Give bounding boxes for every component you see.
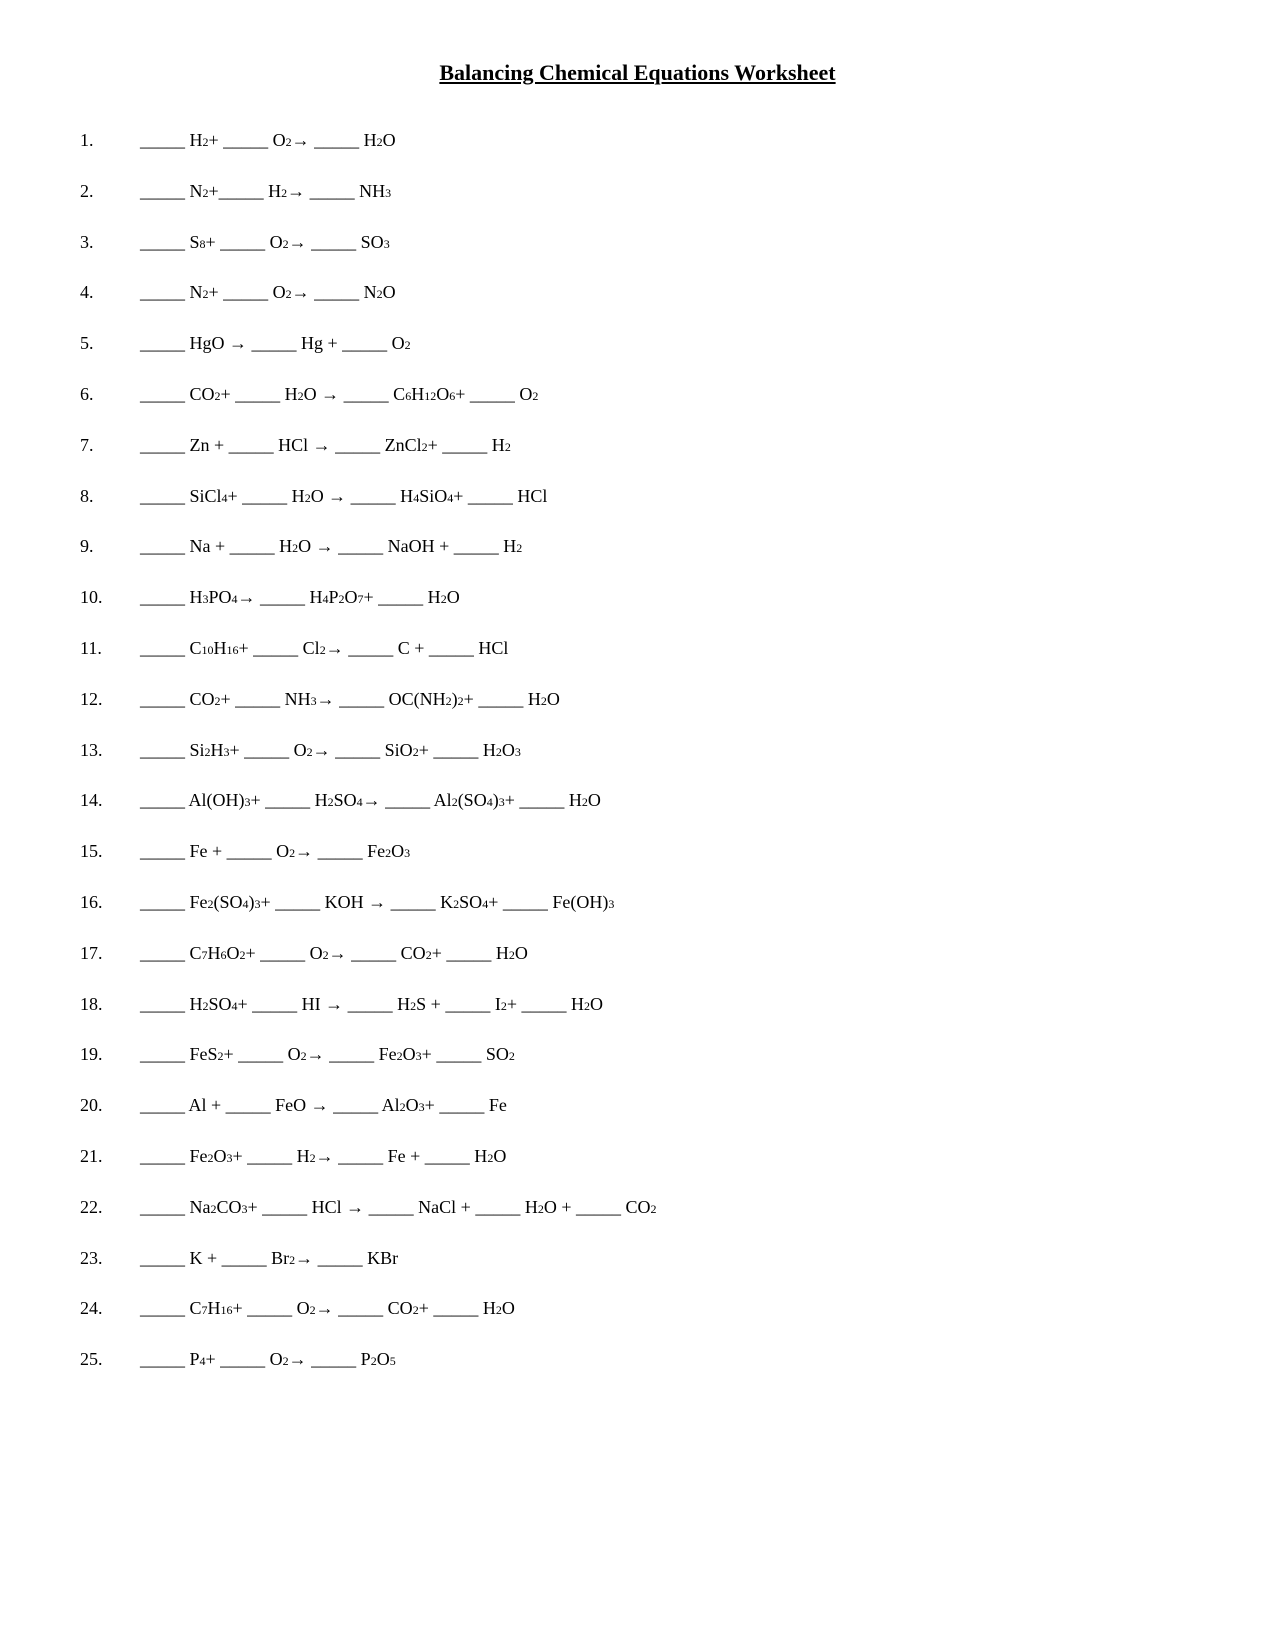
- equation-content: _____ Na + _____ H2O → _____ NaOH + ____…: [140, 532, 1195, 561]
- equation-number: 4.: [80, 278, 140, 307]
- equation-number: 16.: [80, 888, 140, 917]
- equation-number: 2.: [80, 177, 140, 206]
- equation-row: 8._____ SiCl4 + _____ H2O → _____ H4SiO4…: [80, 482, 1195, 511]
- equation-number: 14.: [80, 786, 140, 815]
- equation-row: 5._____ HgO → _____ Hg + _____ O2: [80, 329, 1195, 358]
- equation-number: 17.: [80, 939, 140, 968]
- equation-number: 21.: [80, 1142, 140, 1171]
- equation-content: _____ N2 +_____ H2 → _____ NH3: [140, 177, 1195, 206]
- equation-content: _____ Al + _____ FeO → _____ Al2O3 + ___…: [140, 1091, 1195, 1120]
- equation-content: _____ Fe + _____ O2 → _____ Fe2O3: [140, 837, 1195, 866]
- equation-list: 1._____ H2 + _____ O2 → _____ H2O2._____…: [80, 126, 1195, 1374]
- equation-number: 23.: [80, 1244, 140, 1273]
- equation-content: _____ CO2 + _____ H2O → _____ C6H12O6 + …: [140, 380, 1195, 409]
- equation-content: _____ C7H16 + _____ O2 → _____ CO2 + ___…: [140, 1294, 1195, 1323]
- equation-number: 9.: [80, 532, 140, 561]
- equation-row: 25._____ P4 + _____ O2 → _____ P2O5: [80, 1345, 1195, 1374]
- equation-number: 7.: [80, 431, 140, 460]
- equation-row: 17._____ C7H6O2 + _____ O2 → _____ CO2 +…: [80, 939, 1195, 968]
- equation-row: 1._____ H2 + _____ O2 → _____ H2O: [80, 126, 1195, 155]
- equation-row: 23._____ K + _____ Br2 → _____ KBr: [80, 1244, 1195, 1273]
- equation-content: _____ C7H6O2 + _____ O2 → _____ CO2 + __…: [140, 939, 1195, 968]
- equation-row: 19._____ FeS2 + _____ O2 → _____ Fe2O3 +…: [80, 1040, 1195, 1069]
- equation-content: _____ Na2CO3 + _____ HCl → _____ NaCl + …: [140, 1193, 1195, 1222]
- equation-content: _____ FeS2 + _____ O2 → _____ Fe2O3 + __…: [140, 1040, 1195, 1069]
- page-title: Balancing Chemical Equations Worksheet: [80, 60, 1195, 86]
- equation-row: 13._____ Si2H3 + _____ O2 → _____ SiO2 +…: [80, 736, 1195, 765]
- equation-number: 15.: [80, 837, 140, 866]
- equation-content: _____ S8 + _____ O2 → _____ SO3: [140, 228, 1195, 257]
- equation-content: _____ Fe2(SO4)3 + _____ KOH → _____ K2SO…: [140, 888, 1195, 917]
- equation-number: 5.: [80, 329, 140, 358]
- equation-row: 10._____ H3PO4 → _____ H4P2O7 + _____ H2…: [80, 583, 1195, 612]
- equation-number: 25.: [80, 1345, 140, 1374]
- equation-number: 10.: [80, 583, 140, 612]
- equation-number: 11.: [80, 634, 140, 663]
- equation-row: 20._____ Al + _____ FeO → _____ Al2O3 + …: [80, 1091, 1195, 1120]
- equation-row: 6._____ CO2 + _____ H2O → _____ C6H12O6 …: [80, 380, 1195, 409]
- equation-row: 2._____ N2 +_____ H2 → _____ NH3: [80, 177, 1195, 206]
- equation-row: 9._____ Na + _____ H2O → _____ NaOH + __…: [80, 532, 1195, 561]
- equation-content: _____ SiCl4 + _____ H2O → _____ H4SiO4 +…: [140, 482, 1195, 511]
- equation-number: 18.: [80, 990, 140, 1019]
- equation-row: 12._____ CO2 + _____ NH3 → _____ OC(NH2)…: [80, 685, 1195, 714]
- equation-row: 22._____ Na2CO3 + _____ HCl → _____ NaCl…: [80, 1193, 1195, 1222]
- equation-content: _____ H2SO4 + _____ HI → _____ H2S + ___…: [140, 990, 1195, 1019]
- equation-content: _____ H3PO4 → _____ H4P2O7 + _____ H2O: [140, 583, 1195, 612]
- equation-number: 24.: [80, 1294, 140, 1323]
- equation-content: _____ HgO → _____ Hg + _____ O2: [140, 329, 1195, 358]
- equation-row: 4._____ N2 + _____ O2 → _____ N2O: [80, 278, 1195, 307]
- equation-content: _____ K + _____ Br2 → _____ KBr: [140, 1244, 1195, 1273]
- equation-number: 20.: [80, 1091, 140, 1120]
- equation-number: 13.: [80, 736, 140, 765]
- equation-number: 22.: [80, 1193, 140, 1222]
- equation-number: 3.: [80, 228, 140, 257]
- equation-row: 3._____ S8 + _____ O2 → _____ SO3: [80, 228, 1195, 257]
- equation-row: 14._____ Al(OH)3 + _____ H2SO4 → _____ A…: [80, 786, 1195, 815]
- equation-row: 15._____ Fe + _____ O2 → _____ Fe2O3: [80, 837, 1195, 866]
- equation-number: 19.: [80, 1040, 140, 1069]
- equation-row: 24._____ C7H16 + _____ O2 → _____ CO2 + …: [80, 1294, 1195, 1323]
- equation-content: _____ H2 + _____ O2 → _____ H2O: [140, 126, 1195, 155]
- equation-row: 21._____ Fe2O3 + _____ H2 → _____ Fe + _…: [80, 1142, 1195, 1171]
- equation-content: _____ C10H16 + _____ Cl2 → _____ C + ___…: [140, 634, 1195, 663]
- equation-row: 7._____ Zn + _____ HCl → _____ ZnCl2 + _…: [80, 431, 1195, 460]
- equation-content: _____ Al(OH)3 + _____ H2SO4 → _____ Al2(…: [140, 786, 1195, 815]
- equation-content: _____ P4 + _____ O2 → _____ P2O5: [140, 1345, 1195, 1374]
- equation-content: _____ N2 + _____ O2 → _____ N2O: [140, 278, 1195, 307]
- equation-content: _____ Fe2O3 + _____ H2 → _____ Fe + ____…: [140, 1142, 1195, 1171]
- equation-number: 1.: [80, 126, 140, 155]
- equation-number: 12.: [80, 685, 140, 714]
- equation-content: _____ CO2 + _____ NH3 → _____ OC(NH2)2 +…: [140, 685, 1195, 714]
- equation-number: 6.: [80, 380, 140, 409]
- equation-number: 8.: [80, 482, 140, 511]
- equation-row: 18._____ H2SO4 + _____ HI → _____ H2S + …: [80, 990, 1195, 1019]
- equation-row: 11._____ C10H16 + _____ Cl2 → _____ C + …: [80, 634, 1195, 663]
- equation-content: _____ Zn + _____ HCl → _____ ZnCl2 + ___…: [140, 431, 1195, 460]
- equation-content: _____ Si2H3 + _____ O2 → _____ SiO2 + __…: [140, 736, 1195, 765]
- equation-row: 16._____ Fe2(SO4)3 + _____ KOH → _____ K…: [80, 888, 1195, 917]
